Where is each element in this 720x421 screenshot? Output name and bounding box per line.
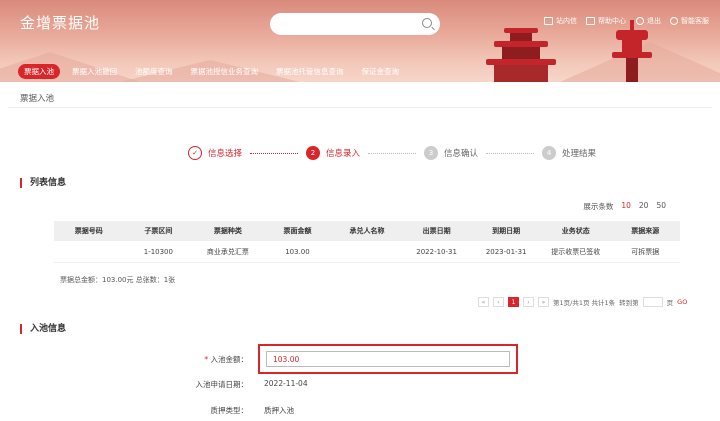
step-connector — [250, 152, 299, 154]
amount-label-text: 入池金额： — [210, 355, 249, 364]
column-header: 票据号码 — [74, 227, 103, 235]
pagoda-illustration — [486, 22, 556, 82]
first-page-button[interactable]: « — [478, 297, 489, 307]
step-2-label: 信息录入 — [326, 149, 361, 159]
cell-source: 可拆票据 — [631, 247, 660, 256]
amount-highlight: 103.00 — [258, 344, 518, 374]
column-header: 出票日期 — [422, 227, 451, 235]
main-content: ✓ 信息选择 2 信息录入 3 信息确认 4 处理结果 列表信息 展示条数 10… — [8, 108, 712, 421]
cell-status: 提示收票已签收 — [551, 247, 601, 256]
breadcrumb: 票据入池 — [20, 94, 55, 104]
breadcrumb-bar: 票据入池 — [8, 86, 712, 108]
table-summary: 票据总金额：103.00元 总张数：1张 — [60, 276, 176, 284]
page-unit: 页 — [666, 299, 674, 307]
apply-date-label: 入池申请日期： — [195, 380, 249, 389]
step-4-number: 4 — [542, 146, 557, 160]
prev-page-button[interactable]: ‹ — [493, 297, 504, 307]
list-section-title: 列表信息 — [20, 178, 66, 188]
column-header: 子票区间 — [144, 227, 173, 235]
column-header: 票据种类 — [213, 227, 242, 235]
step-2-number: 2 — [306, 146, 321, 160]
cell-sub-range: 1-10300 — [143, 247, 173, 256]
step-connector — [368, 152, 417, 154]
step-3: 3 信息确认 — [424, 146, 478, 160]
page-size-selector: 展示条数 10 20 50 — [583, 201, 666, 212]
pledge-type-label: 质押类型： — [210, 406, 249, 415]
table-header: 票据号码 子票区间 票据种类 票面金额 承兑人名称 出票日期 到期日期 业务状态… — [54, 221, 680, 241]
cell-issue-date: 2022-10-31 — [416, 247, 457, 256]
cell-bill-type: 商业承兑汇票 — [206, 247, 249, 256]
util-mail-label: 站内信 — [556, 17, 577, 25]
util-service[interactable]: 智能客服 — [670, 16, 709, 26]
step-2: 2 信息录入 — [306, 146, 360, 160]
main-nav: 票据入池 票据入池撤回 池额度查询 票据池授信业务查询 票据池托管信息查询 保证… — [18, 64, 405, 79]
bill-table: 票据号码 子票区间 票据种类 票面金额 承兑人名称 出票日期 到期日期 业务状态… — [54, 221, 680, 263]
search-icon[interactable] — [422, 18, 432, 28]
nav-item-deposit-query[interactable]: 保证金查询 — [356, 64, 406, 79]
step-4: 4 处理结果 — [542, 146, 596, 160]
column-header: 到期日期 — [492, 227, 521, 235]
page-size-label: 展示条数 — [583, 202, 614, 211]
cell-due-date: 2023-01-31 — [485, 247, 527, 256]
jump-page-input[interactable] — [642, 297, 663, 307]
column-header: 票据来源 — [631, 227, 660, 235]
page-size-50[interactable]: 50 — [656, 201, 666, 212]
amount-input[interactable]: 103.00 — [266, 351, 510, 367]
step-indicator: ✓ 信息选择 2 信息录入 3 信息确认 4 处理结果 — [188, 146, 596, 160]
step-1: ✓ 信息选择 — [188, 146, 242, 160]
page-size-10[interactable]: 10 — [621, 201, 631, 212]
util-service-label: 智能客服 — [681, 17, 709, 25]
nav-item-pool-in[interactable]: 票据入池 — [18, 64, 60, 79]
search-input[interactable] — [270, 13, 440, 35]
last-page-button[interactable]: » — [538, 297, 549, 307]
table-row[interactable]: 1-10300 商业承兑汇票 103.00 2022-10-31 2023-01… — [54, 241, 680, 263]
tower-illustration — [612, 20, 652, 82]
step-connector — [486, 152, 535, 154]
step-3-number: 3 — [424, 146, 439, 160]
help-icon — [586, 17, 595, 25]
page-info: 第1页/共1页 共计1条 — [553, 299, 616, 307]
column-header: 票面金额 — [283, 227, 312, 235]
cell-face-amount: 103.00 — [285, 247, 310, 256]
column-header: 承兑人名称 — [349, 227, 385, 235]
next-page-button[interactable]: › — [523, 297, 534, 307]
go-button[interactable]: GO — [677, 298, 687, 306]
service-icon — [670, 17, 678, 25]
jump-label: 转到第 — [619, 299, 639, 307]
nav-item-quota-query[interactable]: 池额度查询 — [129, 64, 179, 79]
step-1-label: 信息选择 — [208, 149, 243, 159]
nav-item-custody-query[interactable]: 票据池托管信息查询 — [270, 64, 350, 79]
app-title: 金增票据池 — [20, 14, 101, 32]
header-banner: 金增票据池 站内信 帮助中心 退出 智能客服 票据入池 票据入池撤回 池额度查询… — [0, 0, 720, 82]
nav-item-pool-withdraw[interactable]: 票据入池撤回 — [66, 64, 123, 79]
nav-item-credit-query[interactable]: 票据池授信业务查询 — [185, 64, 265, 79]
pledge-type-value: 质押入池 — [264, 406, 294, 415]
check-icon: ✓ — [188, 146, 202, 160]
apply-date-value: 2022-11-04 — [264, 379, 308, 388]
pagination: « ‹ 1 › » 第1页/共1页 共计1条 转到第 页 GO — [478, 297, 687, 307]
page-size-20[interactable]: 20 — [639, 201, 649, 212]
pool-section-title: 入池信息 — [20, 324, 66, 334]
amount-label: * 入池金额： — [168, 354, 248, 365]
column-header: 业务状态 — [561, 227, 590, 235]
step-3-label: 信息确认 — [444, 149, 479, 159]
step-4-label: 处理结果 — [562, 149, 597, 159]
current-page-button[interactable]: 1 — [508, 297, 519, 307]
